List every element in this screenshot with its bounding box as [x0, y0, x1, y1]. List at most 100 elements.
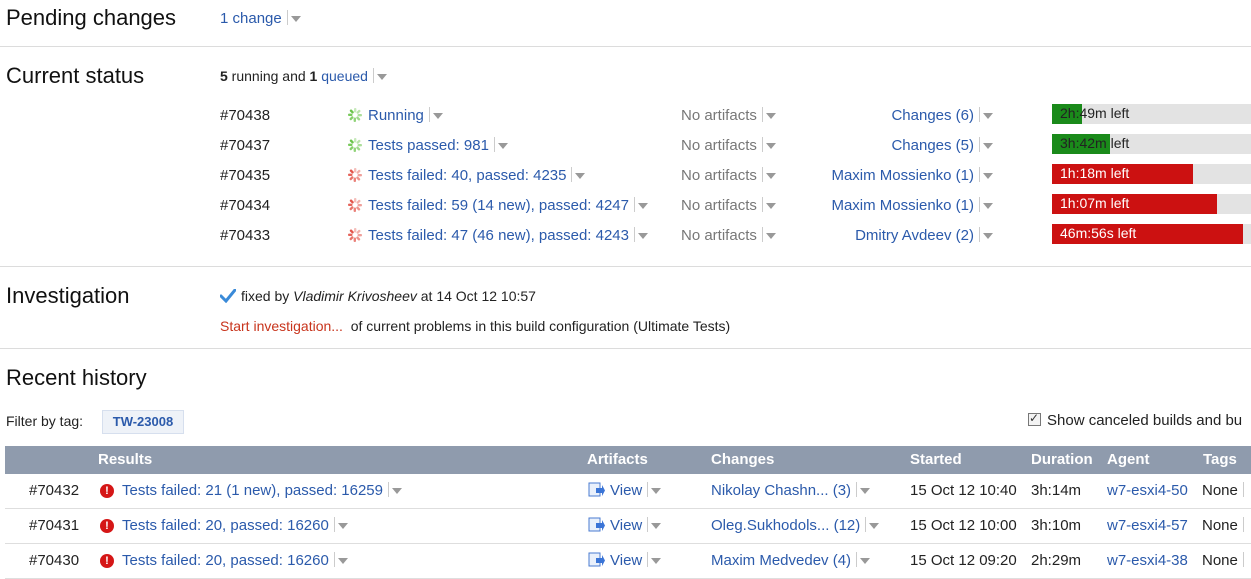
view-artifacts-link[interactable]: View [610, 517, 642, 534]
show-canceled-toggle[interactable]: Show canceled builds and bu [1028, 411, 1242, 429]
history-changes-link[interactable]: Maxim Medvedev (4) [711, 552, 851, 569]
chevron-down-icon[interactable] [983, 173, 993, 179]
build-number[interactable]: #70434 [220, 197, 270, 214]
col-changes[interactable]: Changes [711, 451, 774, 468]
chevron-down-icon[interactable] [432, 113, 443, 119]
history-tags[interactable]: None [1202, 517, 1247, 534]
history-agent-link[interactable]: w7-esxi4-38 [1107, 552, 1188, 569]
history-result-link[interactable]: Tests failed: 20, passed: 16260 [122, 517, 329, 534]
changes-dropdown[interactable]: Maxim Mossienko (1) [831, 197, 993, 214]
history-build-number[interactable]: #70430 [29, 552, 79, 569]
changes-link[interactable]: Changes (6) [891, 107, 974, 124]
changes-dropdown[interactable]: Changes (6) [891, 107, 993, 124]
build-number[interactable]: #70435 [220, 167, 270, 184]
history-artifacts[interactable]: View [588, 552, 662, 572]
build-number[interactable]: #70437 [220, 137, 270, 154]
build-status[interactable]: Tests passed: 981 [348, 137, 508, 154]
build-status[interactable]: Running [348, 107, 443, 124]
col-started[interactable]: Started [910, 451, 962, 468]
changes-link[interactable]: Maxim Mossienko (1) [831, 167, 974, 184]
history-result[interactable]: ! Tests failed: 20, passed: 16260 [100, 552, 348, 569]
view-artifacts-link[interactable]: View [610, 482, 642, 499]
history-artifacts[interactable]: View [588, 517, 662, 537]
artifacts-dropdown[interactable]: No artifacts [681, 107, 776, 124]
history-tags[interactable]: None [1202, 552, 1247, 569]
chevron-down-icon[interactable] [860, 488, 871, 494]
artifacts-dropdown[interactable]: No artifacts [681, 197, 776, 214]
history-build-number[interactable]: #70431 [29, 517, 79, 534]
chevron-down-icon[interactable] [860, 558, 871, 564]
chevron-down-icon[interactable] [497, 143, 508, 149]
tag-filter-chip[interactable]: TW-23008 [102, 410, 184, 434]
chevron-down-icon[interactable] [575, 173, 586, 179]
col-artifacts[interactable]: Artifacts [587, 451, 648, 468]
build-status-link[interactable]: Tests passed: 981 [368, 137, 489, 154]
changes-dropdown[interactable]: Maxim Mossienko (1) [831, 167, 993, 184]
build-number[interactable]: #70433 [220, 227, 270, 244]
chevron-down-icon[interactable] [983, 143, 993, 149]
history-artifacts[interactable]: View [588, 482, 662, 502]
artifacts-dropdown[interactable]: No artifacts [681, 137, 776, 154]
progress-text: 1h:18m left [1060, 165, 1130, 181]
build-status[interactable]: Tests failed: 47 (46 new), passed: 4243 [348, 227, 648, 244]
view-artifacts-link[interactable]: View [610, 552, 642, 569]
build-status-link[interactable]: Tests failed: 47 (46 new), passed: 4243 [368, 227, 629, 244]
pending-changes-link[interactable]: 1 change [220, 10, 282, 27]
history-changes-link[interactable]: Oleg.Sukhodols... (12) [711, 517, 860, 534]
chevron-down-icon[interactable] [983, 113, 993, 119]
chevron-down-icon[interactable] [765, 143, 776, 149]
build-status[interactable]: Tests failed: 40, passed: 4235 [348, 167, 586, 184]
artifacts-dropdown[interactable]: No artifacts [681, 227, 776, 244]
chevron-down-icon[interactable] [983, 203, 993, 209]
changes-link[interactable]: Dmitry Avdeev (2) [855, 227, 974, 244]
artifacts-dropdown[interactable]: No artifacts [681, 167, 776, 184]
history-result[interactable]: ! Tests failed: 20, passed: 16260 [100, 517, 348, 534]
chevron-down-icon[interactable] [376, 74, 387, 80]
chevron-down-icon[interactable] [651, 523, 662, 529]
build-number[interactable]: #70438 [220, 107, 270, 124]
chevron-down-icon[interactable] [290, 16, 301, 22]
col-results[interactable]: Results [98, 451, 152, 468]
history-agent-link[interactable]: w7-esxi4-50 [1107, 482, 1188, 499]
col-duration[interactable]: Duration [1031, 451, 1093, 468]
start-investigation-link[interactable]: Start investigation... [220, 318, 343, 334]
chevron-down-icon[interactable] [765, 233, 776, 239]
changes-link[interactable]: Changes (5) [891, 137, 974, 154]
chevron-down-icon[interactable] [337, 558, 348, 564]
chevron-down-icon[interactable] [651, 488, 662, 494]
build-status[interactable]: Tests failed: 59 (14 new), passed: 4247 [348, 197, 648, 214]
chevron-down-icon[interactable] [337, 523, 348, 529]
history-changes[interactable]: Nikolay Chashn... (3) [711, 482, 871, 499]
queued-link[interactable]: queued [321, 68, 368, 84]
chevron-down-icon[interactable] [638, 233, 648, 239]
history-changes-link[interactable]: Nikolay Chashn... (3) [711, 482, 851, 499]
col-tags[interactable]: Tags [1203, 451, 1237, 468]
history-result-link[interactable]: Tests failed: 21 (1 new), passed: 16259 [122, 482, 383, 499]
changes-dropdown[interactable]: Dmitry Avdeev (2) [855, 227, 993, 244]
chevron-down-icon[interactable] [392, 488, 402, 494]
show-canceled-checkbox[interactable] [1028, 411, 1041, 426]
chevron-down-icon[interactable] [638, 203, 648, 209]
history-changes[interactable]: Maxim Medvedev (4) [711, 552, 871, 569]
chevron-down-icon[interactable] [765, 113, 776, 119]
pending-changes-dropdown[interactable]: 1 change [220, 10, 301, 27]
history-result-link[interactable]: Tests failed: 20, passed: 16260 [122, 552, 329, 569]
changes-link[interactable]: Maxim Mossienko (1) [831, 197, 974, 214]
build-status-link[interactable]: Tests failed: 40, passed: 4235 [368, 167, 566, 184]
history-build-number[interactable]: #70432 [29, 482, 79, 499]
build-status-link[interactable]: Tests failed: 59 (14 new), passed: 4247 [368, 197, 629, 214]
history-changes[interactable]: Oleg.Sukhodols... (12) [711, 517, 880, 534]
chevron-down-icon[interactable] [765, 173, 776, 179]
changes-dropdown[interactable]: Changes (5) [891, 137, 993, 154]
history-agent-link[interactable]: w7-esxi4-57 [1107, 517, 1188, 534]
history-duration: 3h:14m [1031, 482, 1082, 499]
chevron-down-icon[interactable] [765, 203, 776, 209]
chevron-down-icon[interactable] [983, 233, 993, 239]
history-result[interactable]: ! Tests failed: 21 (1 new), passed: 16259 [100, 482, 402, 499]
col-agent[interactable]: Agent [1107, 451, 1150, 468]
history-tags[interactable]: None [1202, 482, 1247, 499]
download-icon [588, 517, 605, 537]
build-status-link[interactable]: Running [368, 107, 424, 124]
chevron-down-icon[interactable] [651, 558, 662, 564]
chevron-down-icon[interactable] [869, 523, 880, 529]
